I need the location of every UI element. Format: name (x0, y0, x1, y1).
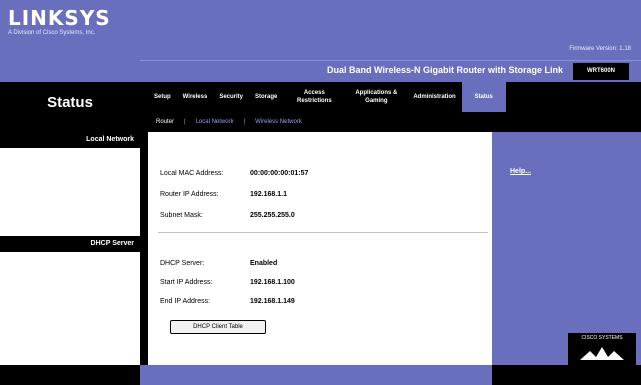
row-end-ip: End IP Address: 192.168.1.149 (160, 298, 295, 305)
subtab-router[interactable]: Router (156, 119, 174, 125)
subnet-mask-value: 255.255.255.0 (250, 212, 295, 219)
subtab-separator: | (243, 119, 246, 125)
router-ui: LINKSYS A Division of Cisco Systems, Inc… (0, 0, 641, 385)
row-router-ip: Router IP Address: 192.168.1.1 (160, 191, 287, 198)
logo-subtitle: A Division of Cisco Systems, Inc. (8, 30, 96, 36)
router-ip-value: 192.168.1.1 (250, 191, 287, 198)
help-panel: Help... (492, 132, 641, 365)
tab-status[interactable]: Status (461, 82, 506, 112)
subnet-mask-label: Subnet Mask: (160, 212, 203, 219)
local-mac-value: 00:00:00:00:01:57 (250, 170, 309, 177)
row-start-ip: Start IP Address: 192.168.1.100 (160, 279, 295, 286)
cisco-logo-text: CISCO SYSTEMS (581, 335, 623, 341)
subtab-separator: | (184, 119, 186, 125)
footer-left (0, 365, 140, 385)
tab-access-restrictions[interactable]: Access Restrictions (283, 89, 345, 105)
tab-administration[interactable]: Administration (407, 93, 461, 101)
router-ip-label: Router IP Address: (160, 191, 219, 198)
help-link[interactable]: Help... (510, 168, 531, 175)
page-title: Status (47, 94, 93, 111)
dhcp-server-label: DHCP Server: (160, 260, 205, 267)
row-dhcp-server: DHCP Server: Enabled (160, 260, 277, 267)
divider (158, 232, 488, 233)
row-subnet-mask: Subnet Mask: 255.255.255.0 (160, 212, 295, 219)
section-label-dhcp-server: DHCP Server (0, 236, 140, 252)
product-name: Dual Band Wireless-N Gigabit Router with… (327, 65, 563, 75)
start-ip-label: Start IP Address: (160, 279, 213, 286)
dhcp-server-value: Enabled (250, 260, 278, 267)
cisco-bars-icon (580, 347, 624, 360)
tab-setup[interactable]: Setup (148, 93, 177, 101)
sub-tabs: Router | Local Network | Wireless Networ… (140, 112, 641, 132)
footer-middle (140, 365, 492, 385)
model-badge: WRT600N (573, 63, 629, 80)
firmware-version: Firmware Version: 1.18 (569, 46, 631, 52)
linksys-logo: LINKSYS (8, 6, 111, 30)
content-panel: Local MAC Address: 00:00:00:00:01:57 Rou… (140, 132, 492, 365)
section-label-local-network: Local Network (0, 132, 140, 148)
tab-wireless[interactable]: Wireless (177, 93, 214, 101)
tab-security[interactable]: Security (213, 93, 249, 101)
cisco-logo: CISCO SYSTEMS (568, 333, 636, 365)
local-mac-label: Local MAC Address: (160, 170, 224, 177)
main-tabs: Setup Wireless Security Storage Access R… (140, 82, 641, 112)
tab-storage[interactable]: Storage (249, 93, 283, 101)
end-ip-label: End IP Address: (160, 298, 211, 305)
left-column: Local Network DHCP Server (0, 132, 140, 365)
product-row: Dual Band Wireless-N Gigabit Router with… (140, 60, 641, 82)
subtab-wireless-network[interactable]: Wireless Network (255, 119, 302, 125)
page-title-block: Status (0, 82, 140, 132)
footer-right (492, 365, 641, 385)
end-ip-value: 192.168.1.149 (250, 298, 295, 305)
dhcp-client-table-button[interactable]: DHCP Client Table (170, 320, 266, 334)
row-local-mac: Local MAC Address: 00:00:00:00:01:57 (160, 170, 308, 177)
start-ip-value: 192.168.1.100 (250, 279, 295, 286)
header-band: LINKSYS A Division of Cisco Systems, Inc… (0, 0, 641, 60)
subtab-local-network[interactable]: Local Network (196, 119, 234, 125)
tab-applications-gaming[interactable]: Applications & Gaming (345, 89, 407, 105)
